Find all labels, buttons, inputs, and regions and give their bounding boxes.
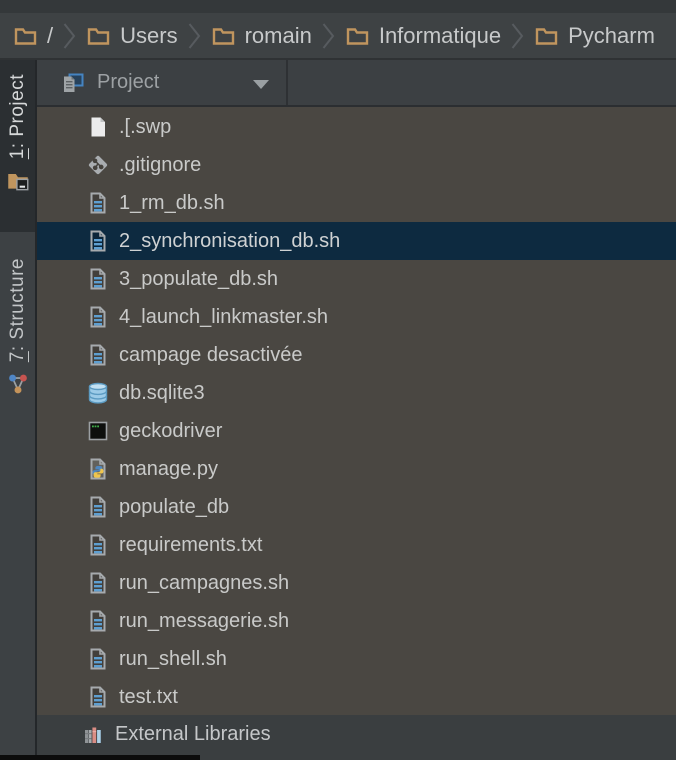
tree-item[interactable]: 1_rm_db.sh	[37, 184, 676, 222]
breadcrumb-label: Pycharm	[568, 22, 655, 48]
sidebar-tab-project[interactable]: 1: Project	[0, 60, 35, 232]
breadcrumb-item[interactable]: romain	[211, 23, 312, 49]
folder-icon	[211, 24, 236, 47]
tree-item[interactable]: run_shell.sh	[37, 640, 676, 678]
text-file-icon	[86, 267, 110, 291]
text-file-icon	[86, 685, 110, 709]
tree-item-label: .gitignore	[119, 153, 202, 176]
project-toolwindow-icon	[60, 70, 86, 96]
breadcrumb-item[interactable]: Informatique	[345, 23, 501, 49]
chevron-down-icon[interactable]	[253, 80, 269, 89]
tree-item[interactable]: test.txt	[37, 678, 676, 715]
tree-item[interactable]: requirements.txt	[37, 526, 676, 564]
text-file-icon	[86, 533, 110, 557]
breadcrumb-label: romain	[244, 22, 312, 48]
folder-icon	[534, 24, 559, 47]
tree-item-label: geckodriver	[119, 419, 223, 442]
sidebar-tab-label: 7: Structure	[7, 258, 28, 363]
tree-item[interactable]: run_campagnes.sh	[37, 564, 676, 602]
breadcrumb-label: Informatique	[378, 22, 502, 48]
terminal-icon	[86, 419, 110, 443]
breadcrumb-label: /	[47, 22, 54, 48]
external-libraries-node[interactable]: External Libraries	[37, 715, 676, 753]
window-bottom-artifact	[0, 755, 200, 760]
tree-item[interactable]: .[.swp	[37, 108, 676, 146]
tree-item[interactable]: populate_db	[37, 488, 676, 526]
breadcrumb-label: Users	[120, 22, 178, 48]
tree-item[interactable]: 4_launch_linkmaster.sh	[37, 298, 676, 336]
external-libraries-area: External Libraries	[37, 715, 676, 760]
tree-item-label: 1_rm_db.sh	[119, 191, 225, 214]
text-file-icon	[86, 229, 110, 253]
tree-item-label: campage desactivée	[119, 343, 303, 366]
project-toolwindow-header[interactable]: Project	[37, 60, 676, 107]
chevron-right-separator-icon	[188, 22, 201, 50]
text-file-icon	[86, 305, 110, 329]
tree-item-label: db.sqlite3	[119, 381, 205, 404]
folder-icon	[345, 24, 370, 47]
window-top-edge	[0, 0, 676, 13]
toolwindow-title: Project	[97, 71, 160, 93]
plain-file-icon	[86, 115, 110, 139]
breadcrumb-item[interactable]: /	[13, 23, 53, 49]
text-file-icon	[86, 191, 110, 215]
sidebar-tab-label: 1: Project	[7, 74, 28, 160]
database-icon	[86, 381, 110, 405]
folder-icon	[86, 24, 111, 47]
tree-item[interactable]: 3_populate_db.sh	[37, 260, 676, 298]
tree-item[interactable]: 2_synchronisation_db.sh	[37, 222, 676, 260]
pycharm-project-toolwindow: / Users romain Informatique Pycharm 1: Proje…	[0, 0, 676, 760]
text-file-icon	[86, 495, 110, 519]
tree-item-label: 2_synchronisation_db.sh	[119, 229, 341, 252]
python-file-icon	[86, 457, 110, 481]
header-divider	[286, 60, 288, 105]
structure-icon	[5, 371, 31, 397]
tree-item[interactable]: manage.py	[37, 450, 676, 488]
folder-icon	[13, 24, 38, 47]
tree-item-label: run_campagnes.sh	[119, 571, 290, 594]
tree-item-label: run_shell.sh	[119, 647, 227, 670]
git-file-icon	[86, 153, 110, 177]
tree-item-label: run_messagerie.sh	[119, 609, 290, 632]
breadcrumb: / Users romain Informatique Pycharm	[0, 13, 676, 60]
text-file-icon	[86, 571, 110, 595]
external-libraries-label: External Libraries	[115, 722, 271, 745]
sidebar-tab-structure[interactable]: 7: Structure	[0, 244, 35, 430]
tree-item[interactable]: .gitignore	[37, 146, 676, 184]
text-file-icon	[86, 343, 110, 367]
tree-item-label: 4_launch_linkmaster.sh	[119, 305, 329, 328]
breadcrumb-item[interactable]: Users	[86, 22, 178, 49]
tree-item[interactable]: db.sqlite3	[37, 374, 676, 412]
tree-item-label: 3_populate_db.sh	[119, 267, 279, 290]
tree-item-label: populate_db	[119, 495, 230, 518]
text-file-icon	[86, 609, 110, 633]
chevron-right-separator-icon	[511, 22, 524, 50]
chevron-right-separator-icon	[322, 22, 335, 50]
chevron-right-separator-icon	[63, 22, 76, 50]
tree-item-label: .[.swp	[119, 115, 172, 138]
tree-item-label: test.txt	[119, 685, 178, 708]
tree-item[interactable]: run_messagerie.sh	[37, 602, 676, 640]
project-tree: .[.swp .gitignore 1_rm_db.sh 2_synchronisat…	[37, 107, 676, 715]
breadcrumb-item[interactable]: Pycharm	[534, 23, 655, 49]
library-books-icon	[82, 722, 106, 746]
tree-item-label: manage.py	[119, 457, 218, 480]
tree-item-label: requirements.txt	[119, 533, 263, 556]
project-folder-icon	[5, 168, 31, 194]
tool-window-stripe: 1: Project 7: Structure	[0, 60, 37, 760]
tree-item[interactable]: campage desactivée	[37, 336, 676, 374]
tree-item[interactable]: geckodriver	[37, 412, 676, 450]
text-file-icon	[86, 647, 110, 671]
